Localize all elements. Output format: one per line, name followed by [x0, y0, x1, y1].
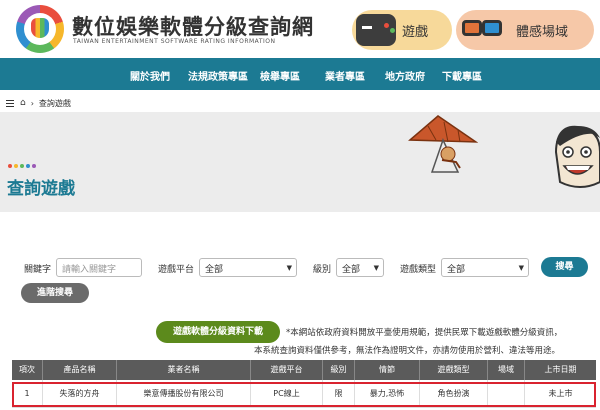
hang-glider-illustration-icon: [408, 115, 478, 173]
page-banner: 查詢遊戲: [0, 112, 600, 212]
col-header-platform: 遊戲平台: [251, 360, 323, 380]
col-header-rating: 級別: [323, 360, 355, 380]
site-header: 數位娛樂軟體分級查詢網 TAIWAN ENTERTAINMENT SOFTWAR…: [0, 0, 600, 58]
col-header-index: 項次: [12, 360, 43, 380]
keyword-label: 關鍵字: [24, 265, 52, 275]
chevron-down-icon: ▼: [373, 264, 379, 272]
cell-content: 暴力,恐怖: [355, 380, 420, 408]
cell-platform: PC線上: [251, 380, 323, 408]
type-select-value: 全部: [447, 265, 466, 275]
nav-item-regulations[interactable]: 法規政策專區: [188, 68, 248, 83]
site-subtitle: TAIWAN ENTERTAINMENT SOFTWARE RATING INF…: [73, 38, 276, 45]
cell-venue: [488, 380, 525, 408]
rating-select[interactable]: 全部 ▼: [336, 258, 384, 277]
menu-icon[interactable]: [6, 99, 14, 107]
download-notice-line2: 本系統查詢資料僅供參考，無法作為證明文件，亦請勿使用於營利、違法等用途。: [254, 346, 561, 356]
chevron-right-icon: ›: [30, 98, 34, 108]
rating-select-value: 全部: [342, 265, 361, 275]
keyword-input[interactable]: 請輸入關鍵字: [56, 258, 142, 277]
cell-release-date: 未上市: [548, 389, 573, 398]
vr-venue-label: 體感場域: [516, 24, 569, 40]
home-icon[interactable]: ⌂: [20, 98, 26, 108]
table-header: 項次 產品名稱 業者名稱 遊戲平台 級別 情節 遊戲類型 場域 上市日期: [12, 360, 596, 380]
games-label: 遊戲: [402, 24, 429, 40]
cell-genre: 角色扮演: [420, 380, 488, 408]
games-button[interactable]: 遊戲: [352, 10, 452, 50]
mascot-illustration-icon: [554, 125, 600, 188]
advanced-search-button[interactable]: 進階搜尋: [21, 283, 89, 303]
game-controller-icon: [356, 14, 396, 46]
col-header-product: 產品名稱: [43, 360, 117, 380]
type-select[interactable]: 全部 ▼: [441, 258, 529, 277]
decorative-dots: [8, 164, 38, 168]
col-header-content: 情節: [355, 360, 420, 380]
col-header-release-date: 上市日期: [544, 365, 577, 374]
cell-product-name[interactable]: 失落的方舟: [43, 380, 117, 408]
cell-company-name: 樂意傳播股份有限公司: [117, 380, 251, 408]
chevron-down-icon: ▼: [518, 264, 524, 272]
nav-item-industry[interactable]: 業者專區: [325, 68, 365, 83]
site-title[interactable]: 數位娛樂軟體分級查詢網: [72, 11, 314, 41]
nav-item-local-gov[interactable]: 地方政府: [385, 68, 425, 83]
cell-rating: 限: [323, 380, 355, 408]
col-header-company: 業者名稱: [117, 360, 251, 380]
col-header-genre: 遊戲類型: [420, 360, 488, 380]
col-header-venue: 場域: [488, 360, 525, 380]
type-label: 遊戲類型: [400, 265, 437, 275]
nav-item-download[interactable]: 下載專區: [442, 68, 482, 83]
vr-venue-button[interactable]: 體感場域: [456, 10, 594, 50]
main-nav: 關於我們 法規政策專區 檢舉專區 業者專區 地方政府 下載專區: [0, 58, 600, 90]
download-notice-line1: *本網站依政府資料開放平臺使用規範，提供民眾下載遊戲軟體分級資訊，: [286, 328, 563, 338]
platform-select-value: 全部: [205, 265, 224, 275]
page-title: 查詢遊戲: [7, 179, 75, 199]
rating-data-download-button[interactable]: 遊戲軟體分級資料下載: [156, 321, 280, 343]
nav-item-report[interactable]: 檢舉專區: [260, 68, 300, 83]
breadcrumb: ⌂ › 查詢遊戲: [6, 96, 71, 110]
chevron-down-icon: ▼: [286, 264, 292, 272]
nav-item-about[interactable]: 關於我們: [130, 68, 170, 83]
vr-goggles-icon: [460, 14, 506, 46]
search-button[interactable]: 搜尋: [541, 257, 588, 277]
platform-label: 遊戲平台: [158, 265, 195, 275]
breadcrumb-current[interactable]: 查詢遊戲: [39, 98, 71, 109]
cell-index: 1: [12, 380, 43, 408]
rating-label: 級別: [313, 265, 332, 275]
search-form: 關鍵字 請輸入關鍵字 遊戲平台 全部 ▼ 級別 全部 ▼ 遊戲類型 全部 ▼ 搜…: [0, 212, 600, 310]
table-row[interactable]: 1 失落的方舟 樂意傳播股份有限公司 PC線上 限 暴力,恐怖 角色扮演 未上市: [12, 380, 596, 408]
site-logo-icon[interactable]: [16, 5, 64, 53]
platform-select[interactable]: 全部 ▼: [199, 258, 297, 277]
